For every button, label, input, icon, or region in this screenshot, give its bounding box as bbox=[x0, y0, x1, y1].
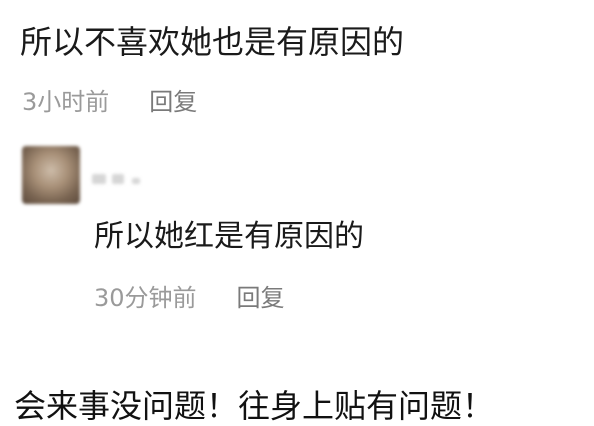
caption-text: 会来事没问题！往身上贴有问题！ bbox=[14, 387, 495, 425]
reply-button[interactable]: 回复 bbox=[149, 88, 197, 116]
comment-text: 所以不喜欢她也是有原因的 bbox=[20, 23, 405, 61]
avatar[interactable] bbox=[22, 146, 80, 204]
reply-timestamp: 30分钟前 bbox=[94, 284, 197, 312]
reply-meta: 30分钟前 回复 bbox=[94, 284, 285, 312]
reply-text: 所以她红是有原因的 bbox=[94, 219, 364, 254]
username-blurred[interactable] bbox=[92, 172, 148, 186]
comment-timestamp: 3小时前 bbox=[22, 88, 110, 116]
reply-button[interactable]: 回复 bbox=[237, 284, 285, 312]
comment-meta: 3小时前 回复 bbox=[22, 88, 197, 116]
